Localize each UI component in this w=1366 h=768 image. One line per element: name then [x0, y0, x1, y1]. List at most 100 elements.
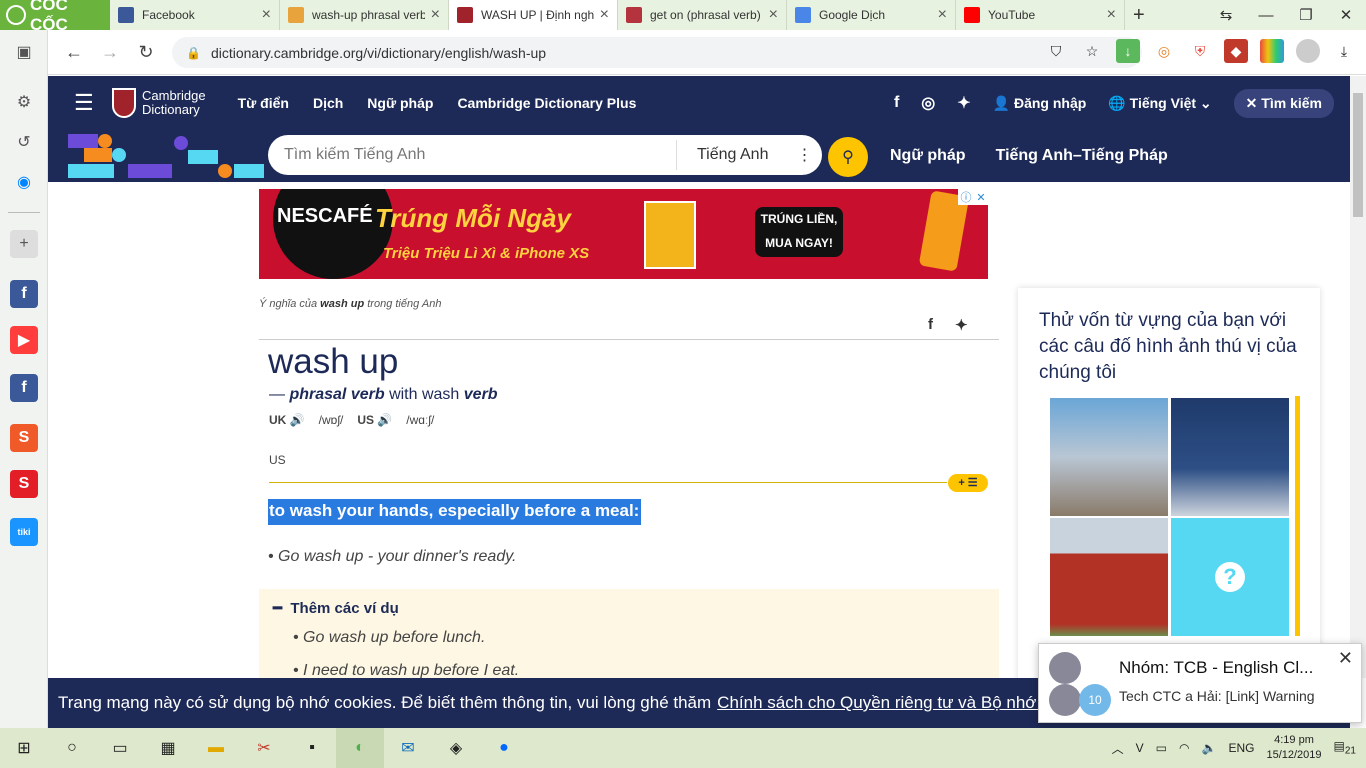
example-text: Go wash up - your dinner's ready.	[278, 548, 517, 565]
quiz-image-question[interactable]: ?	[1171, 518, 1289, 636]
quiz-title: Thử vốn từ vựng của bạn với các câu đố h…	[1039, 310, 1297, 383]
advertisement-banner[interactable]: NESCAFÉ Trúng Mỗi Ngày Triệu Triệu Lì Xì…	[259, 189, 988, 279]
shield-icon[interactable]: ⛉	[1044, 39, 1068, 63]
shopee-icon[interactable]: S	[10, 424, 38, 452]
back-icon[interactable]: ←	[56, 42, 92, 63]
maximize-icon[interactable]: ❐	[1286, 6, 1326, 24]
login-link[interactable]: 👤 Đăng nhập	[993, 95, 1087, 112]
quiz-image-barn[interactable]	[1050, 518, 1168, 636]
sidebar-toggle-icon[interactable]: ▣	[10, 38, 38, 66]
more-examples-toggle[interactable]: ━ Thêm các ví dụ	[273, 599, 399, 617]
input-language[interactable]: ENG	[1228, 741, 1254, 755]
cookie-text: Trang mạng này có sử dụng bộ nhớ cookies…	[58, 693, 712, 712]
language-label: Tiếng Việt	[1129, 94, 1197, 111]
search-language-selector[interactable]: Tiếng Anh ⋮	[676, 140, 822, 170]
speaker-icon[interactable]: 🔊	[290, 413, 305, 427]
word-list-add-button[interactable]: + ☰	[948, 474, 988, 492]
speaker-icon[interactable]: 🔊	[377, 413, 392, 427]
extension-icon[interactable]: ◆	[1224, 39, 1248, 63]
tab-wash-up[interactable]: wash-up phrasal verb ×	[280, 0, 449, 30]
facebook-icon[interactable]: f	[10, 280, 38, 308]
tiki-icon[interactable]: tiki	[10, 518, 38, 546]
facebook-icon[interactable]: f	[894, 94, 899, 112]
link-grammar[interactable]: Ngữ pháp	[890, 147, 966, 165]
language-selector[interactable]: 🌐 Tiếng Việt ⌄	[1108, 95, 1211, 112]
download-icon[interactable]: ⤓	[1332, 39, 1356, 63]
nav-translate[interactable]: Dịch	[313, 95, 343, 111]
quiz-image-skyscrapers[interactable]	[1050, 398, 1168, 516]
restore-tabs-icon[interactable]: ⇆	[1206, 6, 1246, 24]
twitter-icon[interactable]: ✦	[957, 93, 970, 113]
search-icon[interactable]: ○	[48, 728, 96, 768]
nav-plus[interactable]: Cambridge Dictionary Plus	[457, 95, 636, 111]
ad-brand: NESCAFÉ	[277, 205, 373, 227]
search-toggle-button[interactable]: ✕ Tìm kiếm	[1233, 88, 1334, 118]
add-icon[interactable]: +	[10, 230, 38, 258]
close-icon[interactable]: ×	[262, 6, 271, 24]
facebook-icon[interactable]: f	[928, 316, 933, 334]
close-icon[interactable]: ✕	[1338, 648, 1353, 669]
notification-toast[interactable]: 10 Nhóm: TCB - English Cl... Tech CTC a …	[1038, 643, 1362, 723]
page-scrollbar[interactable]	[1350, 76, 1366, 678]
avatar[interactable]	[1296, 39, 1320, 63]
forward-icon[interactable]: →	[92, 42, 128, 63]
tab-google-translate[interactable]: Google Dịch ×	[787, 0, 956, 30]
extension-icon[interactable]	[1260, 39, 1284, 63]
app-icon[interactable]: ▦	[144, 728, 192, 768]
close-icon[interactable]: ✕	[976, 191, 985, 204]
task-view-icon[interactable]: ▭	[96, 728, 144, 768]
coccoc-taskbar-icon[interactable]: ◐	[336, 728, 384, 768]
search-input[interactable]: Tìm kiếm Tiếng Anh	[268, 146, 676, 164]
close-icon[interactable]: ×	[938, 6, 947, 24]
tab-cambridge[interactable]: WASH UP | Định nghĩ ×	[449, 0, 618, 30]
file-explorer-icon[interactable]: ▬	[192, 728, 240, 768]
url-field[interactable]: 🔒 dictionary.cambridge.org/vi/dictionary…	[172, 37, 1142, 68]
reload-icon[interactable]: ↻	[128, 42, 164, 63]
chevron-up-icon[interactable]: ︿	[1112, 740, 1124, 757]
close-icon[interactable]: ×	[769, 6, 778, 24]
sendo-icon[interactable]: S	[10, 470, 38, 498]
tab-facebook[interactable]: Facebook ×	[110, 0, 280, 30]
vietkey-icon[interactable]: V	[1136, 741, 1144, 755]
close-icon[interactable]: ×	[600, 6, 609, 24]
quiz-image-windmill[interactable]	[1171, 398, 1289, 516]
tab-youtube[interactable]: YouTube ×	[956, 0, 1125, 30]
info-icon[interactable]: ⓘ	[960, 189, 971, 205]
link-english-french[interactable]: Tiếng Anh–Tiếng Pháp	[996, 147, 1168, 165]
nav-grammar[interactable]: Ngữ pháp	[367, 95, 433, 111]
youtube-icon[interactable]: ▶	[10, 326, 38, 354]
battery-icon[interactable]: ▭	[1156, 741, 1167, 755]
snipping-icon[interactable]: ✂	[240, 728, 288, 768]
cambridge-logo[interactable]: Cambridge Dictionary	[112, 88, 206, 118]
messenger-icon[interactable]: ◉	[10, 168, 38, 196]
twitter-icon[interactable]: ✦	[955, 316, 968, 334]
app-icon[interactable]: ◈	[432, 728, 480, 768]
minimize-icon[interactable]: —	[1246, 7, 1286, 24]
download-extension-icon[interactable]: ↓	[1116, 39, 1140, 63]
sticky-notes-icon[interactable]: ▪	[288, 728, 336, 768]
adblock-icon[interactable]: ⛨	[1188, 39, 1212, 63]
settings-icon[interactable]: ⚙	[10, 88, 38, 116]
bookmark-star-icon[interactable]: ☆	[1080, 39, 1104, 63]
history-icon[interactable]: ↺	[10, 128, 38, 156]
search-button[interactable]: ⚲	[828, 137, 868, 177]
new-tab-button[interactable]: +	[1125, 0, 1161, 30]
wifi-icon[interactable]: ◠	[1179, 741, 1189, 755]
clock[interactable]: 4:19 pm 15/12/2019	[1266, 733, 1321, 763]
coccoc-logo[interactable]: CỐC CỐC	[0, 0, 110, 34]
menu-icon[interactable]: ☰	[74, 90, 94, 116]
zalo-icon[interactable]: ●	[480, 728, 528, 768]
close-icon[interactable]: ×	[1107, 6, 1116, 24]
close-window-icon[interactable]: ✕	[1326, 6, 1366, 24]
scrollbar-thumb[interactable]	[1353, 93, 1363, 217]
extension-icon[interactable]: ◎	[1152, 39, 1176, 63]
windows-start-icon[interactable]: ⊞	[0, 728, 48, 768]
tab-get-on[interactable]: get on (phrasal verb) ×	[618, 0, 787, 30]
nav-dictionary[interactable]: Từ điển	[238, 95, 289, 111]
notification-center-icon[interactable]: ▤21	[1334, 739, 1356, 756]
outlook-icon[interactable]: ✉	[384, 728, 432, 768]
close-icon[interactable]: ×	[431, 6, 440, 24]
facebook-icon[interactable]: f	[10, 374, 38, 402]
instagram-icon[interactable]: ◎	[921, 93, 935, 113]
volume-icon[interactable]: 🔈	[1202, 741, 1217, 755]
